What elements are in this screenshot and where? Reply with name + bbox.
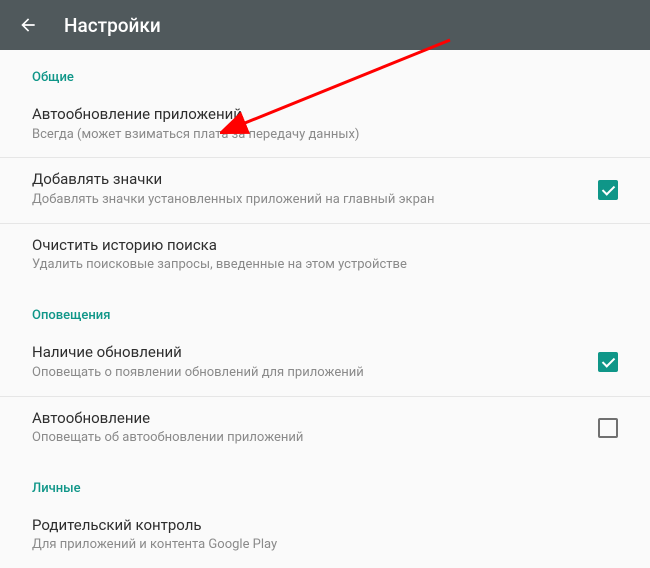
item-title: Наличие обновлений [32,343,582,363]
item-sub: Оповещать о появлении обновлений для при… [32,365,582,382]
app-bar: Настройки [0,0,650,50]
section-label-general: Общие [0,50,650,93]
item-title: Автообновление [32,409,582,429]
item-sub: Добавлять значки установленных приложени… [32,192,582,209]
item-clear-search-history[interactable]: Очистить историю поиска Удалить поисковы… [0,224,650,288]
item-sub: Оповещать об автообновлении приложений [32,430,582,447]
item-auto-update-apps[interactable]: Автообновление приложений Всегда (может … [0,93,650,158]
item-updates-available[interactable]: Наличие обновлений Оповещать о появлении… [0,331,650,396]
section-label-personal: Личные [0,461,650,504]
checkbox-updates-available[interactable] [598,352,618,372]
item-auto-update-notify[interactable]: Автообновление Оповещать об автообновлен… [0,397,650,461]
item-title: Автообновление приложений [32,105,618,125]
item-title: Родительский контроль [32,516,618,536]
item-sub: Удалить поисковые запросы, введенные на … [32,257,618,274]
item-title: Очистить историю поиска [32,236,618,256]
item-sub: Для приложений и контента Google Play [32,537,618,554]
section-label-notifications: Оповещения [0,288,650,331]
back-icon[interactable] [16,13,40,37]
checkbox-add-icons[interactable] [598,180,618,200]
item-title: Добавлять значки [32,170,582,190]
item-parental-control[interactable]: Родительский контроль Для приложений и к… [0,504,650,568]
page-title: Настройки [64,14,161,37]
item-sub: Всегда (может взиматься плата за передач… [32,127,618,144]
item-add-icons[interactable]: Добавлять значки Добавлять значки устано… [0,158,650,223]
settings-content: Общие Автообновление приложений Всегда (… [0,50,650,568]
checkbox-auto-update-notify[interactable] [598,418,618,438]
